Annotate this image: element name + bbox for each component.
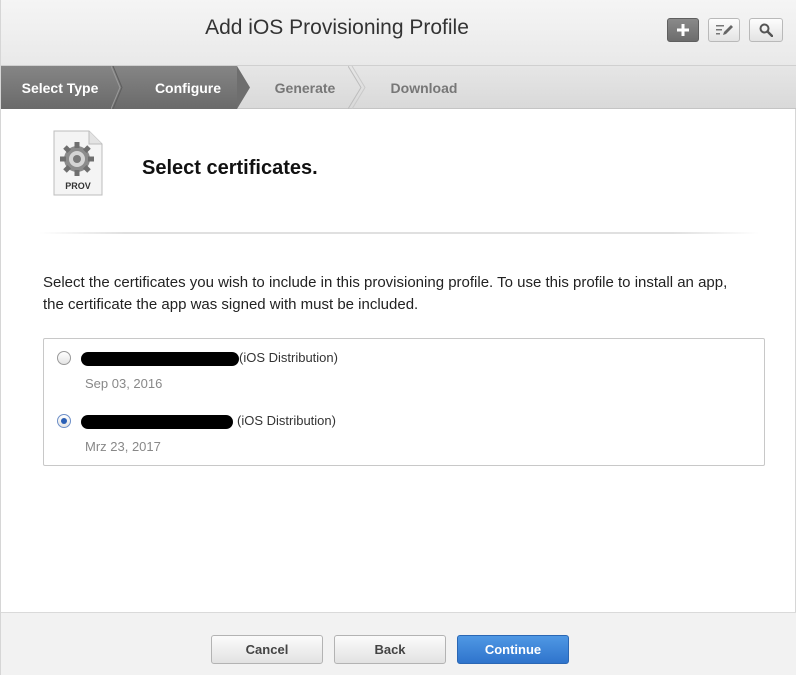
step-separator-icon — [111, 66, 123, 109]
edit-button[interactable] — [708, 18, 740, 42]
search-icon — [759, 23, 773, 37]
step-select-type[interactable]: Select Type — [1, 66, 119, 109]
plus-icon — [677, 24, 689, 36]
add-button[interactable] — [667, 18, 699, 42]
cancel-button[interactable]: Cancel — [211, 635, 323, 664]
certificate-type: (iOS Distribution) — [239, 350, 338, 365]
prov-icon-label: PROV — [65, 181, 91, 191]
certificate-date: Sep 03, 2016 — [85, 376, 163, 391]
continue-button[interactable]: Continue — [457, 635, 569, 664]
wizard-footer: Cancel Back Continue — [1, 612, 796, 675]
section-divider — [39, 232, 759, 234]
search-button[interactable] — [749, 18, 783, 42]
step-separator-icon — [348, 66, 366, 109]
step-configure[interactable]: Configure — [119, 66, 237, 109]
edit-icon — [716, 25, 733, 35]
step-label: Generate — [274, 79, 336, 96]
redacted-certificate-name — [81, 415, 233, 429]
step-label: Configure — [154, 79, 222, 96]
redacted-certificate-name — [81, 352, 239, 366]
window-title: Add iOS Provisioning Profile — [205, 16, 469, 39]
wizard-steps: Select Type Configure Generate Download — [1, 66, 796, 109]
section-heading: Select certificates. — [142, 157, 318, 179]
provisioning-window: Add iOS Provisioning Profile Select Type… — [0, 0, 796, 675]
prov-file-icon: PROV — [51, 128, 105, 198]
step-download: Download — [351, 66, 497, 109]
step-generate: Generate — [237, 66, 351, 109]
certificate-radio[interactable] — [57, 351, 71, 365]
step-label: Select Type — [21, 79, 99, 96]
certificate-type: (iOS Distribution) — [237, 413, 336, 428]
certificate-item[interactable]: (iOS Distribution) Mrz 23, 2017 — [44, 408, 764, 468]
certificate-item[interactable]: (iOS Distribution) Sep 03, 2016 — [44, 345, 764, 405]
section-description: Select the certificates you wish to incl… — [43, 274, 728, 313]
back-button[interactable]: Back — [334, 635, 446, 664]
step-separator-icon — [237, 66, 250, 109]
certificate-radio[interactable] — [57, 414, 71, 428]
certificate-date: Mrz 23, 2017 — [85, 439, 161, 454]
certificate-list: (iOS Distribution) Sep 03, 2016 (iOS Dis… — [43, 338, 765, 466]
step-label: Download — [390, 79, 458, 96]
window-header: Add iOS Provisioning Profile — [1, 0, 796, 66]
